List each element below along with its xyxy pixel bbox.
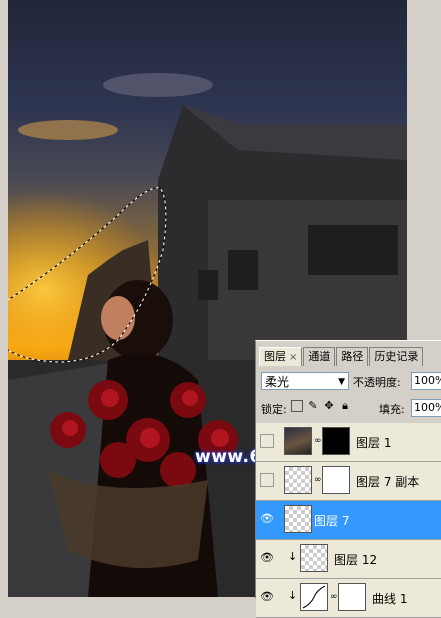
panel-tabs: 图层 × 通道 路径 历史记录 [259, 347, 424, 367]
visibility-toggle-icon[interactable] [260, 434, 274, 448]
layer-name: 曲线 1 [372, 592, 408, 606]
fill-input[interactable]: 100% [411, 399, 441, 417]
lock-paint-brush-icon[interactable]: ✎ [307, 400, 319, 412]
layer-mask-thumbnail[interactable] [338, 583, 366, 611]
chevron-down-icon: ▼ [338, 377, 345, 387]
eye-icon[interactable]: 👁︎ [260, 551, 274, 565]
blend-mode-select[interactable]: 柔光 ▼ [261, 372, 349, 390]
opacity-input[interactable]: 100% [411, 372, 441, 390]
lock-fill-row: 锁定: ✎ ✥ 🔒︎ 填充: 100% [261, 399, 441, 419]
blend-mode-value: 柔光 [265, 375, 290, 389]
layer-thumbnail [284, 466, 312, 494]
link-icon: ∞ [330, 592, 338, 602]
layer-thumbnail [284, 505, 312, 533]
tab-channels-label: 通道 [308, 350, 331, 363]
fill-label: 填充: [379, 403, 405, 416]
lock-transparent-icon[interactable] [291, 400, 303, 412]
layers-panel: 图层× 通道 路径 历史记录 柔光 ▼ 不透明度: 100% 锁定: ✎ ✥ 🔒… [255, 340, 441, 618]
layer-row[interactable]: 👁︎ 图层 7 [256, 501, 441, 540]
lock-move-icon[interactable]: ✥ [323, 400, 335, 412]
clipping-arrow-icon: ↓ [288, 550, 298, 563]
tab-paths-label: 路径 [341, 350, 364, 363]
layer-row[interactable]: ∞ 图层 1 [256, 423, 441, 462]
window-left-border [0, 0, 8, 597]
close-icon[interactable]: × [289, 352, 297, 363]
clipping-arrow-icon: ↓ [288, 589, 298, 602]
layer-mask-thumbnail[interactable] [322, 466, 350, 494]
lock-label: 锁定: [261, 403, 287, 416]
layer-name: 图层 1 [356, 436, 392, 450]
layer-name: 图层 12 [334, 553, 378, 567]
tab-history[interactable]: 历史记录 [369, 347, 424, 366]
layer-name: 图层 7 副本 [356, 475, 420, 489]
layer-name: 图层 7 [314, 514, 350, 528]
layer-thumbnail [284, 427, 312, 455]
tab-paths[interactable]: 路径 [336, 347, 369, 366]
layer-row[interactable]: 👁︎ ↓ 图层 12 [256, 540, 441, 579]
curves-adjustment-icon [300, 583, 328, 611]
eye-icon[interactable]: 👁︎ [260, 512, 274, 526]
layer-row[interactable]: ∞ 图层 7 副本 [256, 462, 441, 501]
tab-layers-label: 图层 [264, 350, 286, 363]
lock-all-icon[interactable]: 🔒︎ [339, 400, 351, 412]
opacity-label: 不透明度: [353, 376, 401, 389]
tab-history-label: 历史记录 [374, 350, 419, 363]
tab-channels[interactable]: 通道 [303, 347, 336, 366]
tab-layers[interactable]: 图层 × [259, 347, 303, 366]
blend-opacity-row: 柔光 ▼ 不透明度: 100% [261, 372, 441, 392]
layer-list: ∞ 图层 1 ∞ 图层 7 副本 👁︎ 图层 7 👁︎ ↓ 图层 12 👁︎ ↓ [256, 423, 441, 618]
layer-row[interactable]: 👁︎ ↓ ∞ 曲线 1 [256, 579, 441, 618]
layer-mask-thumbnail[interactable] [322, 427, 350, 455]
window-right-border [407, 0, 441, 340]
visibility-toggle-icon[interactable] [260, 473, 274, 487]
eye-icon[interactable]: 👁︎ [260, 590, 274, 604]
link-icon: ∞ [314, 436, 322, 446]
link-icon: ∞ [314, 475, 322, 485]
layer-thumbnail [300, 544, 328, 572]
